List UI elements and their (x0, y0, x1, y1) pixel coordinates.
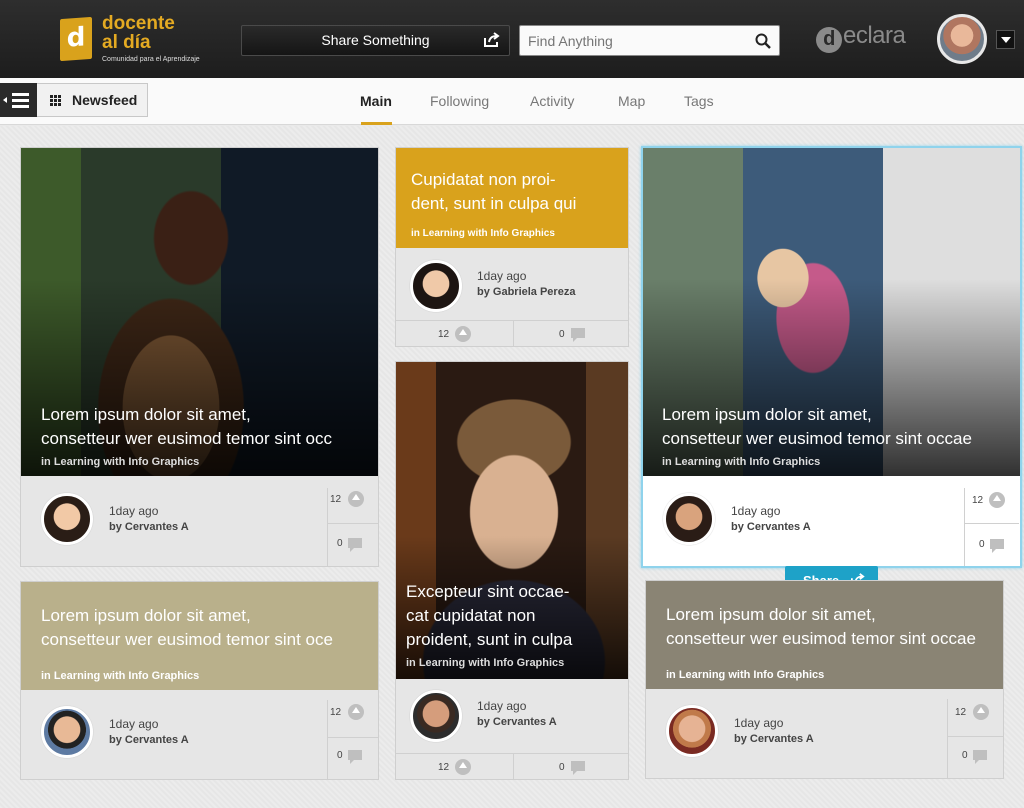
post-time: 1day ago (477, 269, 527, 283)
avatar[interactable] (410, 690, 462, 742)
feed-card[interactable]: Lorem ipsum dolor sit amet, consetteur w… (645, 580, 1004, 779)
post-author[interactable]: by Cervantes A (477, 716, 557, 728)
logo-title-line2: al día (102, 32, 151, 53)
comment-count: 0 (337, 538, 343, 549)
feed-card[interactable]: Lorem ipsum dolor sit amet, consetteur w… (20, 147, 379, 567)
post-author[interactable]: by Cervantes A (734, 733, 814, 745)
post-header[interactable]: Lorem ipsum dolor sit amet, consetteur w… (646, 581, 1003, 689)
upvote-icon[interactable] (348, 491, 364, 507)
upvote-icon[interactable] (455, 326, 471, 342)
declara-brand-text: eclara (843, 22, 906, 49)
share-something-button[interactable]: Share Something (241, 25, 510, 56)
top-bar: d docente al día Comunidad para el Apren… (0, 0, 1024, 78)
newsfeed-button[interactable]: Newsfeed (37, 83, 148, 117)
post-author[interactable]: by Cervantes A (731, 521, 811, 533)
user-menu-chevron-down-icon[interactable] (996, 30, 1015, 49)
avatar[interactable] (663, 493, 715, 545)
avatar[interactable] (410, 260, 462, 312)
logo-title-line1: docente (102, 13, 175, 34)
upvote-icon[interactable] (989, 492, 1005, 508)
avatar[interactable] (41, 493, 93, 545)
comment-count: 0 (962, 750, 968, 761)
logo-title: docente al día (102, 14, 222, 52)
post-title[interactable]: Lorem ipsum dolor sit amet, consetteur w… (41, 403, 371, 451)
search-icon[interactable] (755, 33, 771, 49)
tab-main[interactable]: Main (360, 93, 392, 109)
logo-tagline: Comunidad para el Aprendizaje (102, 56, 200, 63)
share-something-label: Share Something (321, 32, 430, 48)
nav-bar: Newsfeed Main Following Activity Map Tag… (0, 78, 1024, 125)
avatar[interactable] (41, 706, 93, 758)
feed-card[interactable]: Excepteur sint occae- cat cupidatat non … (395, 361, 629, 780)
comment-count: 0 (559, 762, 565, 773)
share-icon (484, 32, 500, 47)
like-count: 12 (330, 494, 342, 505)
post-title[interactable]: Lorem ipsum dolor sit amet, consetteur w… (41, 604, 376, 652)
comment-icon[interactable] (571, 761, 585, 775)
feed-card-selected[interactable]: Lorem ipsum dolor sit amet, consetteur w… (641, 146, 1022, 568)
post-topic[interactable]: in Learning with Info Graphics (411, 228, 555, 239)
newsfeed-label: Newsfeed (72, 92, 138, 108)
tab-tags[interactable]: Tags (684, 93, 714, 109)
comment-icon[interactable] (348, 538, 362, 552)
comment-icon[interactable] (348, 750, 362, 764)
grid-icon (50, 95, 62, 107)
sidebar-toggle-hamburger-icon[interactable] (0, 83, 37, 117)
like-count: 12 (438, 329, 450, 340)
tab-following[interactable]: Following (430, 93, 489, 109)
post-topic[interactable]: in Learning with Info Graphics (406, 657, 564, 669)
post-title[interactable]: Excepteur sint occae- cat cupidatat non … (406, 580, 626, 652)
search-input[interactable] (528, 31, 748, 51)
post-topic[interactable]: in Learning with Info Graphics (666, 669, 824, 681)
post-time: 1day ago (734, 716, 784, 730)
post-topic[interactable]: in Learning with Info Graphics (41, 670, 199, 682)
feed-card[interactable]: Lorem ipsum dolor sit amet, consetteur w… (20, 581, 379, 780)
comment-count: 0 (337, 750, 343, 761)
post-title[interactable]: Lorem ipsum dolor sit amet, consetteur w… (662, 403, 1017, 451)
post-author[interactable]: by Gabriela Pereza (477, 286, 575, 298)
comment-count: 0 (979, 539, 985, 550)
like-count: 12 (438, 762, 450, 773)
comment-icon[interactable] (973, 750, 987, 764)
post-topic[interactable]: in Learning with Info Graphics (662, 456, 820, 468)
docente-logo[interactable]: d docente al día Comunidad para el Apren… (60, 14, 210, 66)
like-count: 12 (972, 495, 984, 506)
logo-d-icon: d (60, 16, 92, 62)
feed-card[interactable]: Cupidatat non proi- dent, sunt in culpa … (395, 147, 629, 347)
post-time: 1day ago (731, 504, 781, 518)
avatar[interactable] (666, 705, 718, 757)
upvote-icon[interactable] (973, 704, 989, 720)
tab-activity[interactable]: Activity (530, 93, 574, 109)
post-time: 1day ago (109, 717, 159, 731)
post-title[interactable]: Cupidatat non proi- dent, sunt in culpa … (411, 168, 621, 216)
search-box[interactable] (519, 25, 780, 56)
post-author[interactable]: by Cervantes A (109, 521, 189, 533)
post-time: 1day ago (477, 699, 527, 713)
post-author[interactable]: by Cervantes A (109, 734, 189, 746)
declara-brand: d eclara (816, 22, 906, 54)
like-count: 12 (330, 707, 342, 718)
post-topic[interactable]: in Learning with Info Graphics (41, 456, 199, 468)
comment-count: 0 (559, 329, 565, 340)
post-time: 1day ago (109, 504, 159, 518)
declara-d-icon: d (816, 27, 842, 53)
upvote-icon[interactable] (348, 704, 364, 720)
comment-icon[interactable] (571, 328, 585, 342)
upvote-icon[interactable] (455, 759, 471, 775)
post-header[interactable]: Lorem ipsum dolor sit amet, consetteur w… (21, 582, 378, 690)
comment-icon[interactable] (990, 539, 1004, 553)
post-header[interactable]: Cupidatat non proi- dent, sunt in culpa … (396, 148, 628, 248)
active-tab-indicator (361, 122, 392, 125)
user-avatar[interactable] (937, 14, 987, 64)
post-title[interactable]: Lorem ipsum dolor sit amet, consetteur w… (666, 603, 1003, 651)
tab-map[interactable]: Map (618, 93, 645, 109)
like-count: 12 (955, 707, 967, 718)
